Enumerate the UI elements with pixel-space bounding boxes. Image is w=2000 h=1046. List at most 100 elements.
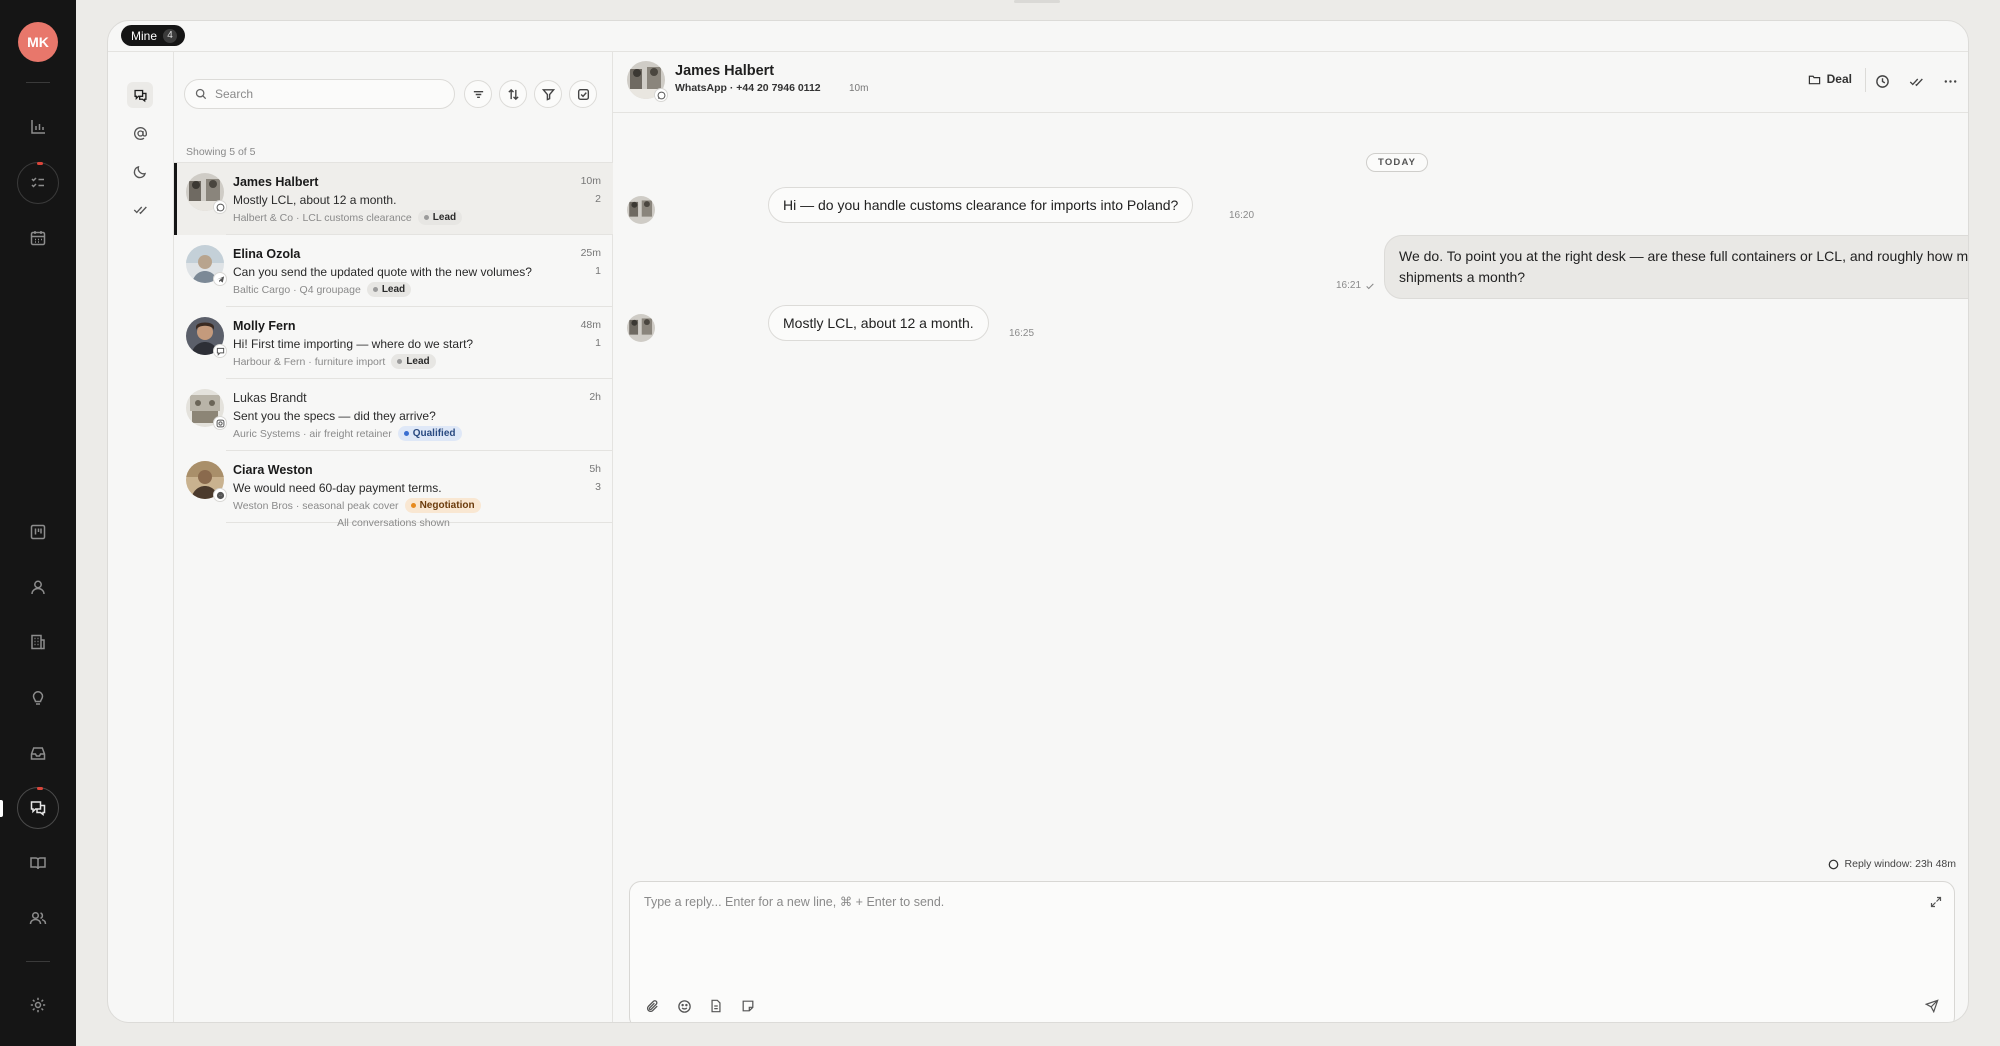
deal-label: Deal [1826, 72, 1852, 86]
reply-input[interactable] [644, 894, 1904, 954]
users-icon [29, 911, 47, 925]
view-resolved[interactable] [127, 196, 153, 222]
sent-check-icon [1366, 283, 1374, 289]
smiley-icon [677, 999, 691, 1013]
conversation-list: Showing 5 of 5 James Halbert Mostly LCL,… [174, 52, 613, 1022]
stage-tag: Lead [391, 354, 436, 369]
funnel-icon [541, 88, 555, 101]
rail-tasks-button[interactable] [17, 162, 59, 204]
whatsapp-icon [654, 88, 668, 102]
message-text: Hi — do you handle customs clearance for… [783, 197, 1179, 213]
rail-active-indicator [0, 800, 3, 817]
view-all-conversations[interactable] [127, 82, 153, 108]
building-icon [31, 634, 45, 650]
contact-name: Molly Fern [233, 319, 296, 333]
thread-contact-name[interactable]: James Halbert [675, 63, 774, 79]
person-icon [31, 580, 45, 595]
kanban-icon [30, 524, 46, 540]
rail-board-button[interactable] [17, 511, 59, 553]
conversation-row[interactable]: James Halbert Mostly LCL, about 12 a mon… [174, 163, 613, 235]
conversation-thread: James Halbert WhatsApp · +44 20 7946 011… [613, 52, 1969, 1022]
last-message: Hi! First time importing — where do we s… [233, 337, 474, 351]
attach-button[interactable] [642, 996, 662, 1016]
mine-filter-pill[interactable]: Mine 4 [121, 25, 186, 46]
reply-composer [629, 881, 1955, 1022]
sort-button[interactable] [499, 80, 527, 108]
rail-conversations-button[interactable] [17, 787, 59, 829]
thread-channel-phone: WhatsApp · +44 20 7946 0112 [675, 82, 821, 94]
showing-count: Showing 5 of 5 [186, 146, 256, 158]
paperclip-icon [646, 999, 658, 1012]
message-bubble-outgoing: We do. To point you at the right desk — … [1384, 235, 1969, 299]
more-options-button[interactable] [1939, 70, 1961, 92]
message-bubble-incoming: Hi — do you handle customs clearance for… [768, 187, 1194, 223]
list-footer: All conversations shown [337, 517, 450, 529]
rail-divider [26, 961, 50, 962]
lines-filter-icon [473, 90, 483, 98]
thread-header: James Halbert WhatsApp · +44 20 7946 011… [613, 52, 1968, 113]
header-divider [1865, 68, 1866, 92]
note-button[interactable] [738, 996, 758, 1016]
circle-timer-icon [1828, 859, 1838, 869]
conversation-row[interactable]: Lukas Brandt Sent you the specs — did th… [174, 379, 613, 451]
inbox-panel: Mine 4 Search Showing 5 of 5 James Halbe… [107, 20, 1969, 1023]
book-icon [30, 857, 46, 870]
reply-window-indicator: Reply window: 23h 48m [1828, 858, 1956, 870]
contact-avatar [627, 196, 655, 224]
resolve-button[interactable] [1905, 70, 1927, 92]
inbox-icon [30, 747, 46, 760]
snooze-button[interactable] [1871, 70, 1893, 92]
search-box[interactable] [184, 79, 455, 109]
conversation-row[interactable]: Molly Fern Hi! First time importing — wh… [174, 307, 613, 379]
filter-button[interactable] [534, 80, 562, 108]
select-mode-button[interactable] [569, 80, 597, 108]
rail-contacts-button[interactable] [17, 566, 59, 608]
view-snoozed[interactable] [127, 158, 153, 184]
view-options-button[interactable] [464, 80, 492, 108]
instagram-icon [213, 416, 227, 430]
expand-composer-button[interactable] [1926, 892, 1946, 912]
contact-avatar [627, 314, 655, 342]
send-icon [1925, 999, 1939, 1013]
last-activity-time: 25m [580, 247, 601, 259]
inbox-views-rail [108, 52, 174, 1022]
rail-inbox-button[interactable] [17, 732, 59, 774]
mine-filter-label: Mine [131, 28, 158, 43]
rail-knowledge-button[interactable] [17, 842, 59, 884]
double-check-icon [133, 206, 147, 214]
conversations-icon [30, 801, 46, 817]
deal-button[interactable]: Deal [1808, 72, 1852, 86]
conversation-row[interactable]: Ciara Weston We would need 60-day paymen… [174, 451, 613, 523]
user-avatar[interactable]: MK [18, 22, 58, 62]
last-message: Sent you the specs — did they arrive? [233, 409, 436, 423]
template-button[interactable] [706, 996, 726, 1016]
row-meta: Baltic Cargo · Q4 groupage Lead [233, 282, 412, 297]
conversations-icon [133, 89, 147, 102]
stage-tag: Lead [366, 282, 412, 297]
rail-calendar-button[interactable] [17, 217, 59, 259]
send-button[interactable] [1922, 996, 1942, 1016]
rail-settings-button[interactable] [17, 984, 59, 1026]
search-icon [195, 88, 207, 100]
view-mentions[interactable] [127, 120, 153, 146]
message-bubble-incoming: Mostly LCL, about 12 a month. [768, 305, 989, 341]
conversation-row[interactable]: Elina Ozola Can you send the updated quo… [174, 235, 613, 307]
company-context: Baltic Cargo · Q4 groupage [233, 283, 361, 296]
last-message: We would need 60-day payment terms. [233, 481, 442, 495]
window-drag-handle[interactable] [1014, 0, 1060, 3]
bar-chart-icon [31, 120, 45, 134]
contact-name: Ciara Weston [233, 463, 313, 477]
rail-team-button[interactable] [17, 897, 59, 939]
rail-companies-button[interactable] [17, 621, 59, 663]
note-icon [742, 1000, 754, 1012]
rail-ideas-button[interactable] [17, 677, 59, 719]
search-input[interactable] [215, 87, 435, 101]
rail-reports-button[interactable] [17, 106, 59, 148]
message-text: We do. To point you at the right desk — … [1399, 248, 1969, 285]
contact-name: Lukas Brandt [233, 391, 307, 405]
emoji-button[interactable] [674, 996, 694, 1016]
company-context: Weston Bros · seasonal peak cover [233, 499, 399, 512]
gear-icon [30, 997, 46, 1013]
sort-arrows-icon [507, 88, 519, 100]
stage-tag: Negotiation [404, 498, 481, 513]
